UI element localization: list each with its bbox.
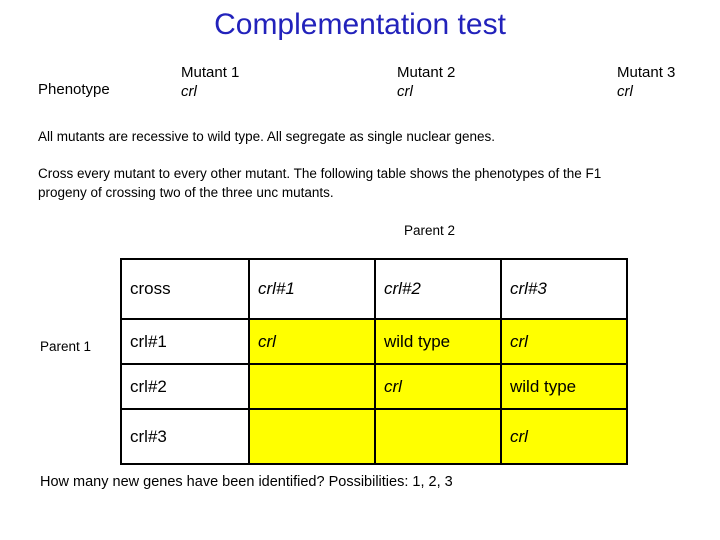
column-header-label: crl#3 xyxy=(510,279,547,298)
table-row: crl#2 crl wild type xyxy=(120,363,628,410)
column-header-label: crl#2 xyxy=(384,279,421,298)
table-corner-cell: cross xyxy=(120,258,250,320)
row-header-label: crl#3 xyxy=(130,426,167,446)
mutant-2-name: Mutant 2 xyxy=(397,64,456,81)
phenotype-label: Phenotype xyxy=(38,81,110,98)
table-cell-r1c1: crl xyxy=(248,318,376,365)
table-cell-r3c3: crl xyxy=(500,408,628,465)
cell-value: crl xyxy=(510,426,528,446)
complementation-cross-table: cross crl#1 crl#2 crl#3 crl#1 crl wild type crl… xyxy=(120,258,628,465)
parent-2-axis-label: Parent 2 xyxy=(404,223,456,238)
column-header-2: crl#2 xyxy=(374,258,502,320)
cell-value: wild type xyxy=(510,376,577,396)
mutant-1-name: Mutant 1 xyxy=(181,64,240,81)
mutant-column-3: Mutant 3 crl xyxy=(617,63,675,101)
row-header-2: crl#2 xyxy=(120,363,250,410)
mutant-1-phenotype: crl xyxy=(181,83,197,100)
cell-value: crl xyxy=(258,331,276,351)
table-cell-r1c2: wild type xyxy=(374,318,502,365)
paragraph-recessive-note: All mutants are recessive to wild type. … xyxy=(38,129,495,144)
row-header-label: crl#1 xyxy=(130,331,167,351)
mutant-2-phenotype: crl xyxy=(397,83,413,100)
cell-value: crl xyxy=(510,331,528,351)
paragraph-cross-instructions: Cross every mutant to every other mutant… xyxy=(38,166,602,200)
table-row: crl#3 crl xyxy=(120,408,628,465)
table-cell-r1c3: crl xyxy=(500,318,628,365)
table-cell-r2c3: wild type xyxy=(500,363,628,410)
row-header-1: crl#1 xyxy=(120,318,250,365)
page-title: Complementation test xyxy=(214,8,506,41)
table-row: crl#1 crl wild type crl xyxy=(120,318,628,365)
cell-value: wild type xyxy=(384,331,451,351)
column-header-1: crl#1 xyxy=(248,258,376,320)
mutant-column-2: Mutant 2 crl xyxy=(397,63,455,101)
column-header-3: crl#3 xyxy=(500,258,628,320)
table-cell-r2c1 xyxy=(248,363,376,410)
phenotype-summary: Phenotype Mutant 1 crl Mutant 2 crl Muta… xyxy=(0,60,720,110)
mutant-3-phenotype: crl xyxy=(617,83,633,100)
row-header-label: crl#2 xyxy=(130,376,167,396)
column-header-label: crl#1 xyxy=(258,279,295,298)
cell-value: crl xyxy=(384,376,402,396)
table-cell-r3c2 xyxy=(374,408,502,465)
question-text: How many new genes have been identified?… xyxy=(40,474,453,490)
table-cell-r3c1 xyxy=(248,408,376,465)
mutant-3-name: Mutant 3 xyxy=(617,64,676,81)
parent-1-axis-label: Parent 1 xyxy=(40,339,92,354)
row-header-3: crl#3 xyxy=(120,408,250,465)
table-cell-r2c2: crl xyxy=(374,363,502,410)
mutant-column-1: Mutant 1 crl xyxy=(181,63,239,101)
table-header-row: cross crl#1 crl#2 crl#3 xyxy=(120,258,628,320)
